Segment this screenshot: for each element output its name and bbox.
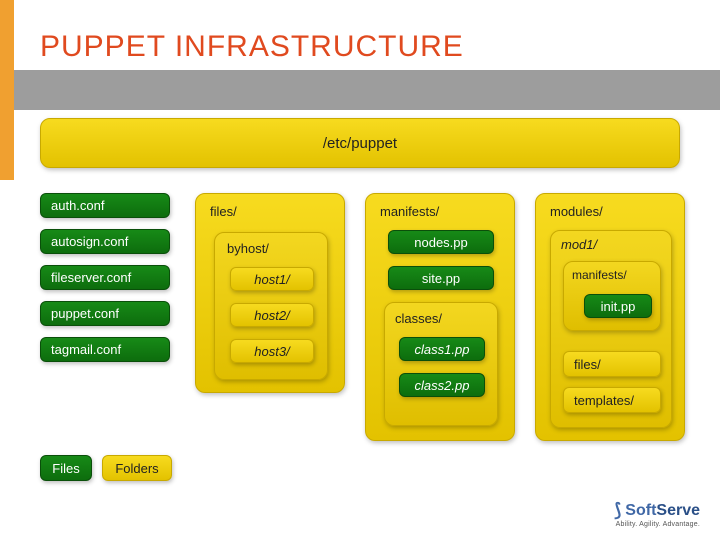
root-folder: /etc/puppet	[40, 118, 680, 168]
byhost-folder: byhost/ host1/ host2/ host3/	[214, 232, 328, 380]
host-label: host2/	[254, 308, 289, 323]
conf-file-label: tagmail.conf	[51, 342, 121, 357]
host-label: host1/	[254, 272, 289, 287]
class-label: class2.pp	[415, 378, 470, 393]
legend-folders: Folders	[102, 455, 172, 481]
conf-file-label: puppet.conf	[51, 306, 119, 321]
modules-folder: modules/ mod1/ manifests/ init.pp files/…	[535, 193, 685, 441]
mod-manifests-label: manifests/	[572, 268, 627, 282]
accent-strip	[0, 0, 14, 180]
logo-swoosh-icon: ⟆	[614, 500, 621, 521]
site-label: site.pp	[422, 271, 460, 286]
host-folder: host3/	[230, 339, 314, 363]
mod-templates-folder: templates/	[563, 387, 661, 413]
logo-tagline: Ability. Agility. Advantage.	[614, 521, 700, 528]
manifests-folder: manifests/ nodes.pp site.pp classes/ cla…	[365, 193, 515, 441]
class-label: class1.pp	[415, 342, 470, 357]
init-label: init.pp	[601, 299, 636, 314]
conf-file-label: auth.conf	[51, 198, 105, 213]
byhost-label: byhost/	[227, 241, 269, 256]
logo-brand-b: Serve	[656, 502, 700, 519]
nodes-file: nodes.pp	[388, 230, 494, 254]
logo-brand-a: Soft	[625, 502, 656, 519]
root-folder-label: /etc/puppet	[323, 135, 397, 152]
host-folder: host1/	[230, 267, 314, 291]
host-label: host3/	[254, 344, 289, 359]
legend-files-label: Files	[52, 461, 79, 476]
conf-file-label: autosign.conf	[51, 234, 128, 249]
page-title: PUPPET INFRASTRUCTURE	[40, 30, 464, 64]
conf-file: autosign.conf	[40, 229, 170, 254]
init-file: init.pp	[584, 294, 652, 318]
host-folder: host2/	[230, 303, 314, 327]
mod-manifests-folder: manifests/ init.pp	[563, 261, 661, 331]
conf-file: tagmail.conf	[40, 337, 170, 362]
modules-label: modules/	[550, 204, 603, 219]
legend-folders-label: Folders	[115, 461, 158, 476]
files-label: files/	[210, 204, 237, 219]
conf-file-label: fileserver.conf	[51, 270, 131, 285]
mod1-folder: mod1/ manifests/ init.pp files/ template…	[550, 230, 672, 428]
classes-folder: classes/ class1.pp class2.pp	[384, 302, 498, 426]
mod1-label: mod1/	[561, 237, 597, 252]
site-file: site.pp	[388, 266, 494, 290]
mod-files-label: files/	[574, 357, 601, 372]
legend-files: Files	[40, 455, 92, 481]
classes-label: classes/	[395, 311, 442, 326]
conf-file: auth.conf	[40, 193, 170, 218]
softserve-logo: ⟆ SoftServe Ability. Agility. Advantage.	[614, 500, 700, 528]
mod-files-folder: files/	[563, 351, 661, 377]
files-folder: files/ byhost/ host1/ host2/ host3/	[195, 193, 345, 393]
mod-templates-label: templates/	[574, 393, 634, 408]
class-file: class1.pp	[399, 337, 485, 361]
header-gray-bar	[0, 70, 720, 110]
conf-file: puppet.conf	[40, 301, 170, 326]
nodes-label: nodes.pp	[414, 235, 468, 250]
class-file: class2.pp	[399, 373, 485, 397]
legend: Files Folders	[40, 455, 172, 481]
conf-files-column: auth.conf autosign.conf fileserver.conf …	[40, 193, 170, 362]
conf-file: fileserver.conf	[40, 265, 170, 290]
manifests-label: manifests/	[380, 204, 439, 219]
